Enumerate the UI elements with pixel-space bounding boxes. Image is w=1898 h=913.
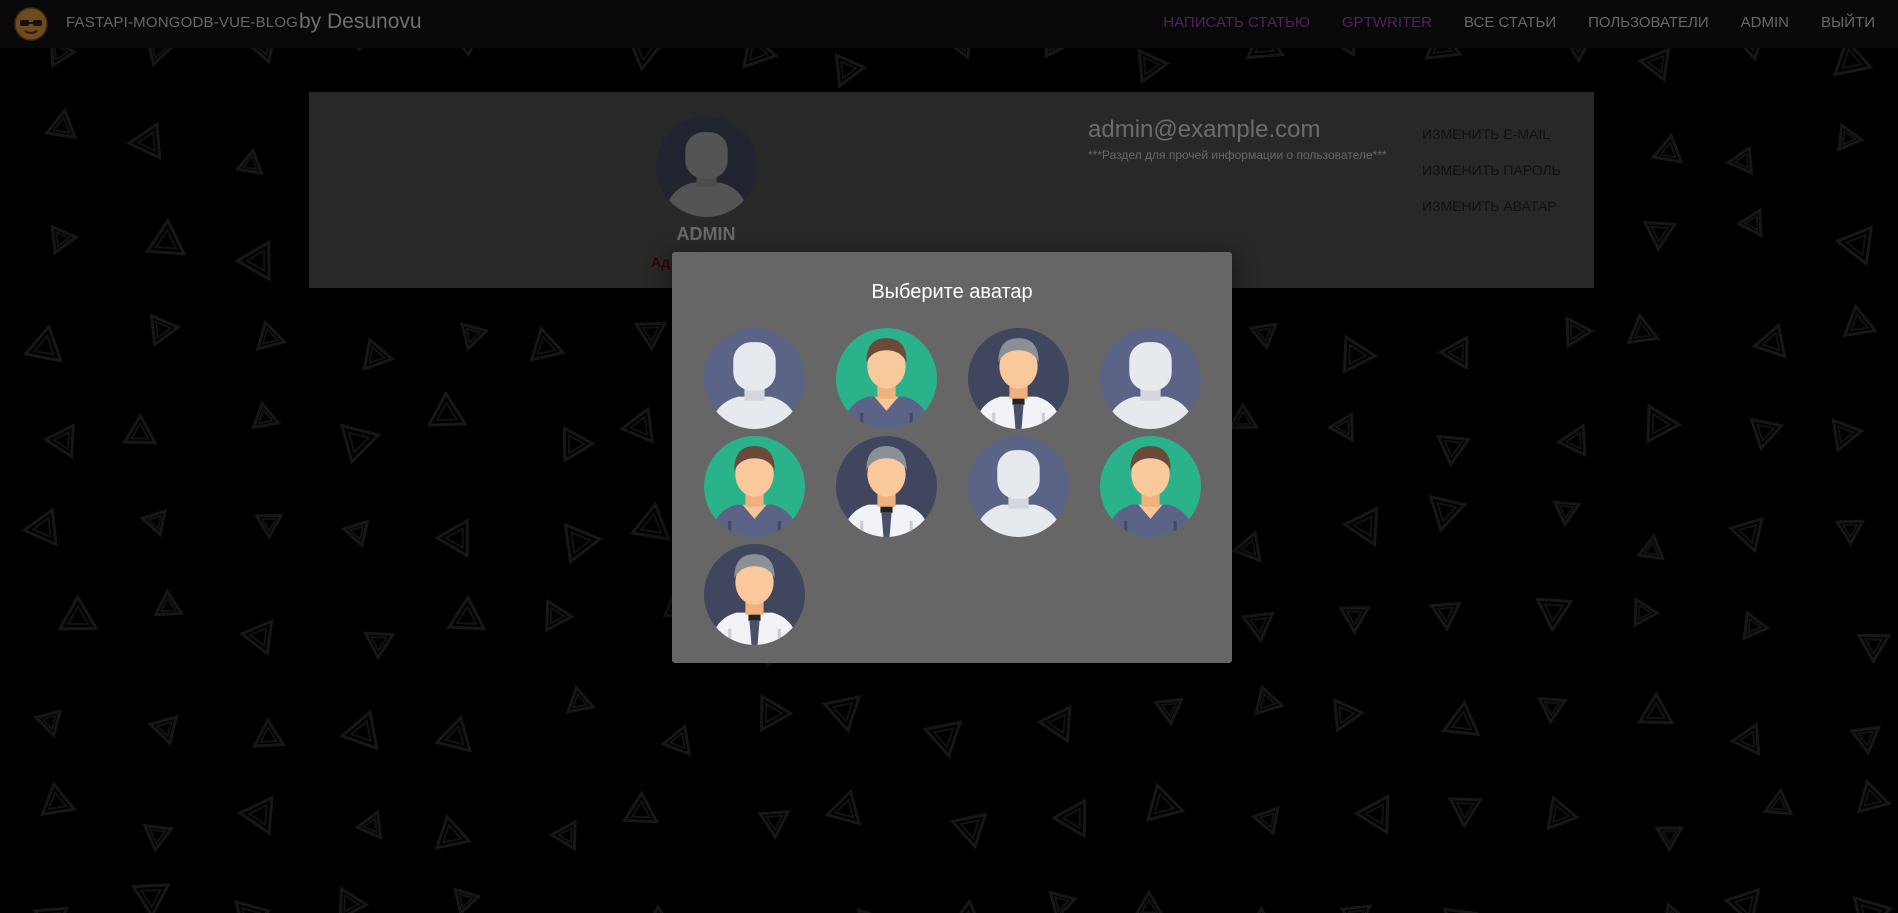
avatar-option-4[interactable]: [1100, 328, 1201, 429]
avatar-option-6[interactable]: [836, 436, 937, 537]
dialog-title: Выберите аватар: [871, 281, 1033, 303]
avatar-option-8[interactable]: [1100, 436, 1201, 537]
avatar-option-2[interactable]: [836, 328, 937, 429]
avatar-picker-dialog: Выберите аватар: [672, 252, 1232, 663]
avatar-option-9[interactable]: [704, 544, 805, 645]
avatar-option-1[interactable]: [704, 328, 805, 429]
avatar-option-5[interactable]: [704, 436, 805, 537]
avatar-option-3[interactable]: [968, 328, 1069, 429]
avatar-option-7[interactable]: [968, 436, 1069, 537]
